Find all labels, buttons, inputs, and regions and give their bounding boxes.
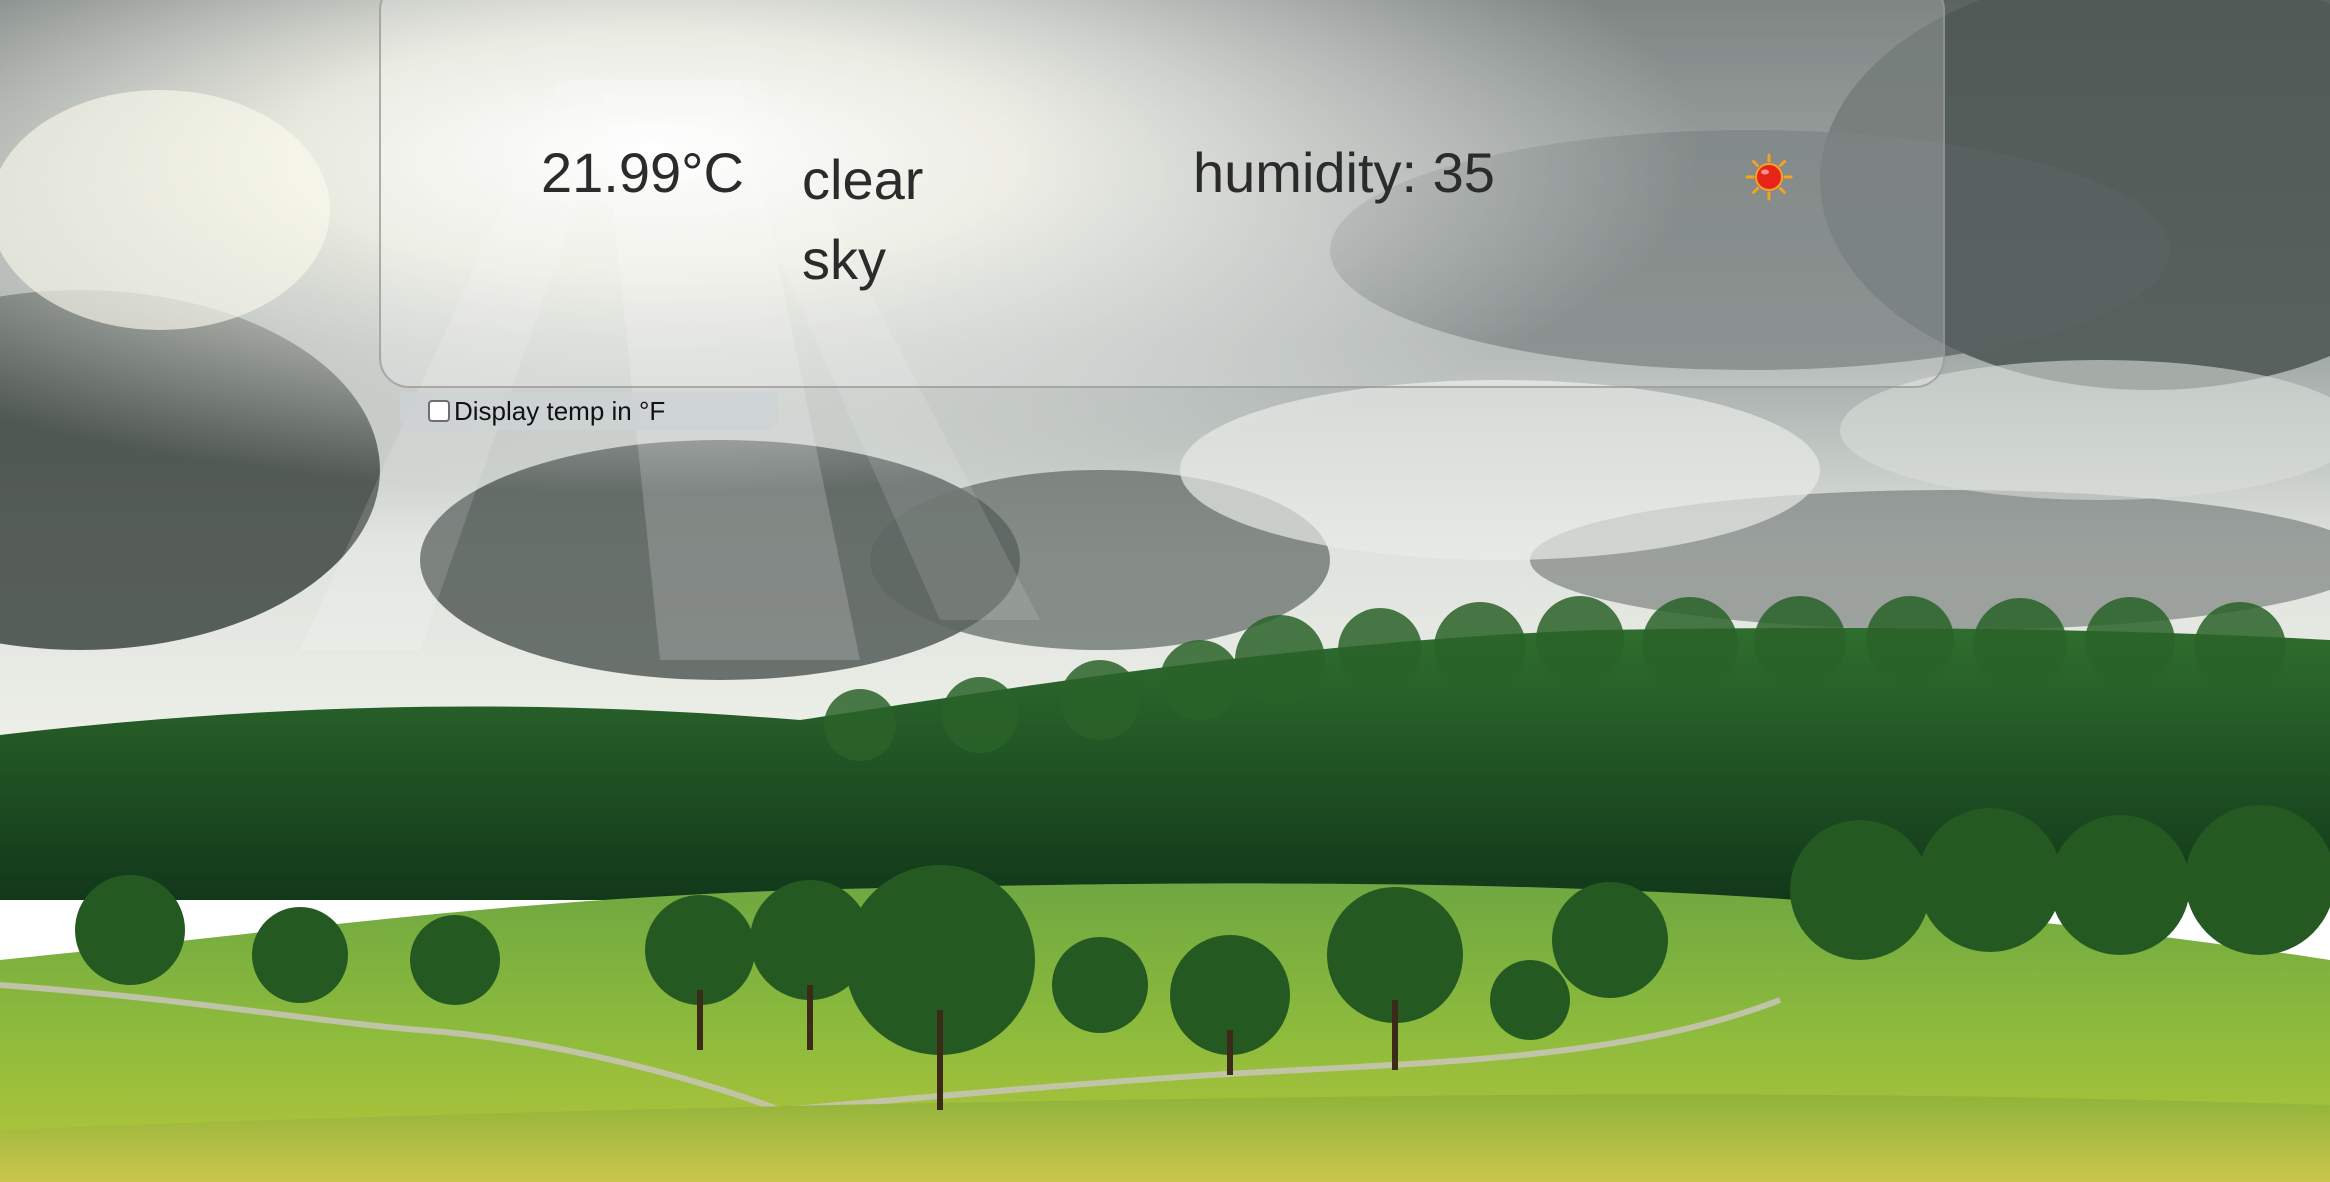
fahrenheit-checkbox-label[interactable]: Display temp in °F bbox=[454, 396, 665, 427]
fahrenheit-checkbox[interactable] bbox=[428, 400, 450, 422]
humidity-value: humidity: 35 bbox=[1193, 141, 1495, 204]
sun-icon bbox=[1745, 153, 1793, 201]
weather-page: 21.99°C clear sky humidity: 35 Display t… bbox=[0, 0, 2330, 1182]
unit-toggle: Display temp in °F bbox=[400, 392, 778, 430]
weather-description: clear sky bbox=[802, 148, 924, 291]
weather-card: 21.99°C clear sky humidity: 35 bbox=[379, 0, 1945, 388]
temperature-value: 21.99°C bbox=[541, 141, 744, 204]
